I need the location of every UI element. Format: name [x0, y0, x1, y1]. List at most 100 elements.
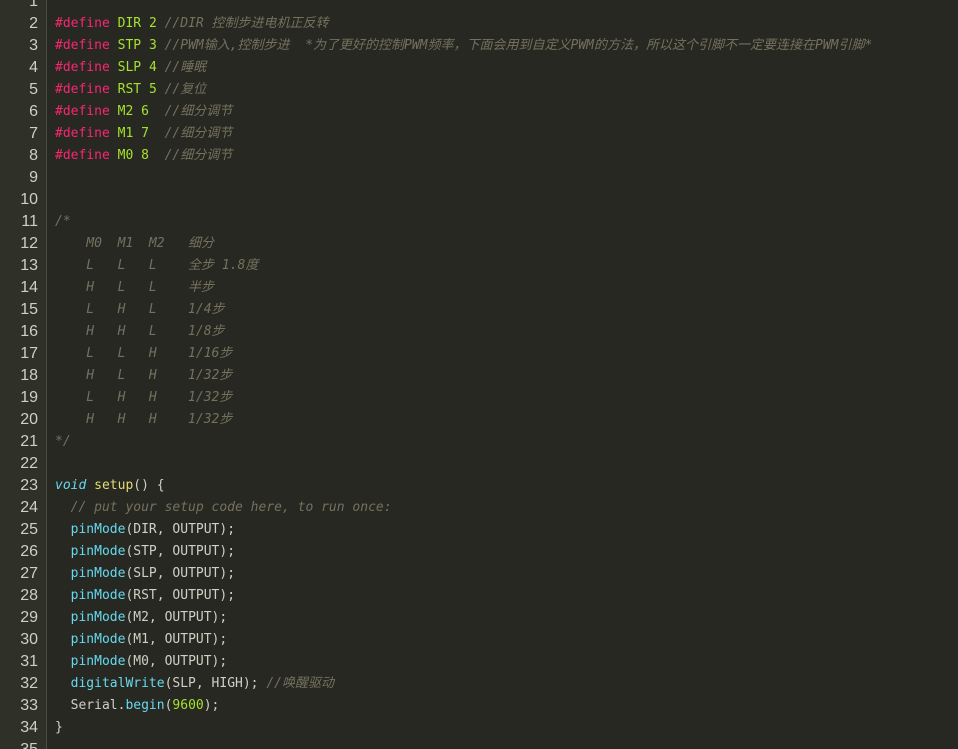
line-number: 13 — [20, 257, 38, 274]
code-token: #define — [55, 126, 110, 141]
code-text: M0 M1 M2 细分 — [55, 233, 214, 255]
line-number: 19 — [20, 389, 38, 406]
code-token: 5 — [148, 82, 157, 97]
code-token: #define — [55, 82, 110, 97]
code-token: (DIR, OUTPUT); — [125, 522, 236, 537]
code-text: pinMode(M2, OUTPUT); — [55, 607, 228, 629]
code-token: 4 — [148, 60, 157, 75]
code-text: #define M0 8 //细分调节 — [55, 145, 232, 167]
line-number: 12 — [20, 235, 38, 252]
code-line[interactable]: 33 Serial.begin(9600); — [0, 695, 958, 717]
code-token: pinMode — [70, 610, 126, 625]
code-token: Serial. — [55, 698, 126, 713]
code-text: #define M1 7 //细分调节 — [55, 123, 232, 145]
code-text: pinMode(RST, OUTPUT); — [55, 585, 235, 607]
line-number: 32 — [20, 675, 38, 692]
code-line[interactable]: 20 H H H 1/32步 — [0, 409, 958, 431]
code-token: (M0, OUTPUT); — [125, 654, 228, 669]
code-line[interactable]: 28 pinMode(RST, OUTPUT); — [0, 585, 958, 607]
code-line[interactable]: 31 pinMode(M0, OUTPUT); — [0, 651, 958, 673]
code-token: (SLP, OUTPUT); — [125, 566, 236, 581]
code-token: ); — [203, 698, 220, 713]
code-token: (SLP, HIGH); — [164, 676, 267, 691]
code-line[interactable]: 30 pinMode(M1, OUTPUT); — [0, 629, 958, 651]
code-token: begin — [125, 698, 165, 713]
code-line[interactable]: 25 pinMode(DIR, OUTPUT); — [0, 519, 958, 541]
code-line[interactable]: 21 */ — [0, 431, 958, 453]
code-line[interactable]: 6 #define M2 6 //细分调节 — [0, 101, 958, 123]
code-line[interactable]: 12 M0 M1 M2 细分 — [0, 233, 958, 255]
line-number: 20 — [20, 411, 38, 428]
code-token: SLP — [109, 60, 149, 75]
code-token: //睡眠 — [156, 60, 207, 75]
code-line[interactable]: 1 — [0, 0, 958, 13]
code-line[interactable]: 13 L L L 全步 1.8度 — [0, 255, 958, 277]
code-line[interactable]: 11 /* — [0, 211, 958, 233]
code-line[interactable]: 34} — [0, 717, 958, 739]
code-line[interactable]: 2 #define DIR 2 //DIR 控制步进电机正反转 — [0, 13, 958, 35]
code-token: void — [55, 478, 87, 493]
code-line[interactable]: 15 L H L 1/4步 — [0, 299, 958, 321]
code-line[interactable]: 32 digitalWrite(SLP, HIGH); //唤醒驱动 — [0, 673, 958, 695]
code-text: L L H 1/16步 — [55, 343, 232, 365]
code-line[interactable]: 26 pinMode(STP, OUTPUT); — [0, 541, 958, 563]
line-number: 24 — [20, 499, 38, 516]
code-line[interactable]: 14 H L L 半步 — [0, 277, 958, 299]
code-text: // put your setup code here, to run once… — [55, 497, 392, 519]
code-token: 7 — [141, 126, 149, 141]
line-number: 7 — [29, 125, 38, 142]
code-text: H L H 1/32步 — [55, 365, 232, 387]
code-line[interactable]: 18 H L H 1/32步 — [0, 365, 958, 387]
code-line[interactable]: 27 pinMode(SLP, OUTPUT); — [0, 563, 958, 585]
code-text: #define STP 3 //PWM输入,控制步进 *为了更好的控制PWM频率… — [55, 35, 872, 57]
line-number: 21 — [20, 433, 38, 450]
line-number: 16 — [20, 323, 38, 340]
code-line[interactable]: 17 L L H 1/16步 — [0, 343, 958, 365]
code-token: pinMode — [70, 588, 126, 603]
code-token: () { — [133, 478, 165, 493]
line-number: 18 — [20, 367, 38, 384]
line-number: 8 — [29, 147, 38, 164]
code-text: L H H 1/32步 — [55, 387, 232, 409]
code-token: 6 — [141, 104, 149, 119]
code-line[interactable]: 8 #define M0 8 //细分调节 — [0, 145, 958, 167]
code-lines: 1 2 #define DIR 2 //DIR 控制步进电机正反转 3 #define … — [0, 0, 958, 749]
code-token: //细分调节 — [148, 148, 233, 163]
code-text: H L L 半步 — [55, 277, 214, 299]
code-line[interactable]: 5 #define RST 5 //复位 — [0, 79, 958, 101]
code-text: H H H 1/32步 — [55, 409, 232, 431]
code-line[interactable]: 35 — [0, 739, 958, 749]
code-token: */ — [55, 434, 71, 449]
line-number: 23 — [20, 477, 38, 494]
code-token: /* — [55, 214, 71, 229]
code-line[interactable]: 7 #define M1 7 //细分调节 — [0, 123, 958, 145]
code-line[interactable]: 4 #define SLP 4 //睡眠 — [0, 57, 958, 79]
code-line[interactable]: 29 pinMode(M2, OUTPUT); — [0, 607, 958, 629]
line-number: 33 — [20, 697, 38, 714]
code-text: L H L 1/4步 — [55, 299, 224, 321]
code-token: H L L 半步 — [55, 280, 215, 295]
code-editor[interactable]: 1 2 #define DIR 2 //DIR 控制步进电机正反转 3 #define … — [0, 0, 958, 749]
line-number: 4 — [29, 59, 38, 76]
line-number: 22 — [20, 455, 38, 472]
code-token: #define — [55, 38, 110, 53]
code-token: DIR — [109, 16, 149, 31]
code-line[interactable]: 19 L H H 1/32步 — [0, 387, 958, 409]
code-line[interactable]: 16 H H L 1/8步 — [0, 321, 958, 343]
code-token: 9600 — [172, 698, 204, 713]
code-token: L L L 全步 1.8度 — [55, 258, 259, 273]
code-token: #define — [55, 148, 110, 163]
code-line[interactable]: 3 #define STP 3 //PWM输入,控制步进 *为了更好的控制PWM频… — [0, 35, 958, 57]
code-line[interactable]: 9 — [0, 167, 958, 189]
code-text: digitalWrite(SLP, HIGH); //唤醒驱动 — [55, 673, 334, 695]
code-text: void setup() { — [55, 475, 165, 497]
code-line[interactable]: 10 — [0, 189, 958, 211]
code-token: // put your setup code here, to run once… — [55, 500, 392, 515]
code-line[interactable]: 24 // put your setup code here, to run o… — [0, 497, 958, 519]
code-line[interactable]: 22 — [0, 453, 958, 475]
code-line[interactable]: 23 void setup() { — [0, 475, 958, 497]
